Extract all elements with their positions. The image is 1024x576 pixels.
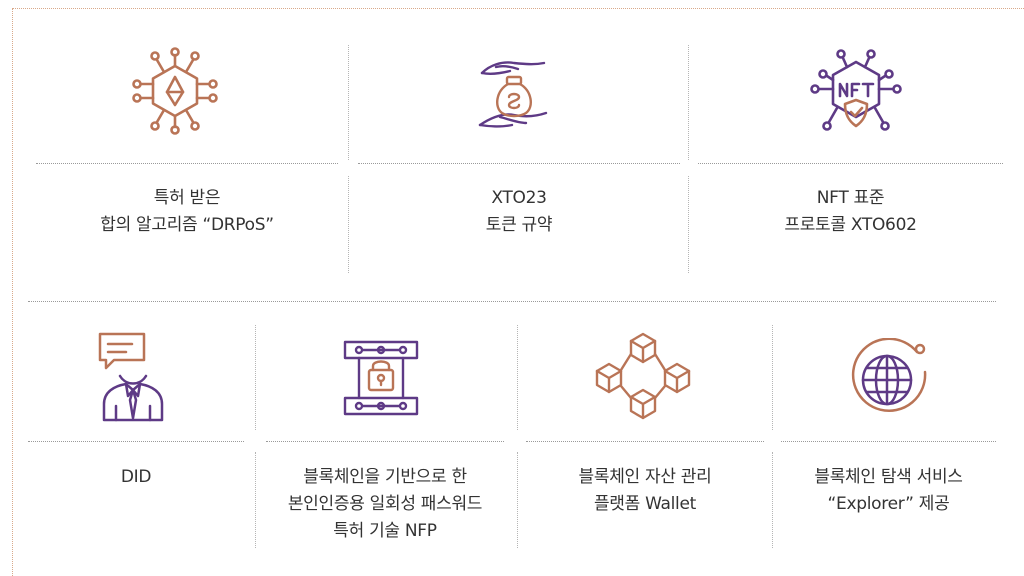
feature-label-line: DID xyxy=(120,467,152,487)
separator xyxy=(698,163,1003,164)
feature-label-line: NFT 표준 xyxy=(816,188,885,208)
feature-label-wallet: 블록체인 자산 관리 플랫폼 Wallet xyxy=(526,464,764,518)
nft-shield-icon xyxy=(807,48,905,140)
feature-label-line: 블록체인 탐색 서비스 xyxy=(814,467,963,487)
separator xyxy=(688,176,689,273)
globe-explorer-icon xyxy=(847,338,931,422)
separator xyxy=(255,325,256,430)
separator xyxy=(348,176,349,273)
feature-label-line: 블록체인 자산 관리 xyxy=(578,467,712,487)
separator xyxy=(358,163,680,164)
separator xyxy=(781,441,996,442)
blockchain-hexagon-icon xyxy=(129,46,221,138)
separator xyxy=(688,45,689,160)
separator xyxy=(36,163,338,164)
feature-label-token: XTO23 토큰 규약 xyxy=(358,185,680,239)
feature-label-consensus: 특허 받은 합의 알고리즘 “DRPoS” xyxy=(36,185,338,239)
separator xyxy=(526,441,764,442)
feature-label-line: “Explorer” 제공 xyxy=(827,494,950,514)
separator xyxy=(266,441,504,442)
feature-label-line: 특허 기술 NFP xyxy=(333,521,437,541)
separator xyxy=(517,325,518,430)
feature-label-line: 합의 알고리즘 “DRPoS” xyxy=(100,215,274,235)
feature-label-line: 특허 받은 xyxy=(153,188,221,208)
feature-label-line: XTO23 xyxy=(491,188,547,208)
frame-left-border xyxy=(12,8,13,576)
money-bag-hands-icon xyxy=(478,55,550,137)
feature-label-line: 토큰 규약 xyxy=(485,215,553,235)
feature-label-line: 블록체인을 기반으로 한 xyxy=(303,467,467,487)
row-divider xyxy=(28,301,996,302)
separator xyxy=(772,452,773,548)
feature-label-did: DID xyxy=(28,464,244,491)
feature-label-line: 본인인증용 일회성 패스워드 xyxy=(287,494,483,514)
separator xyxy=(348,45,349,160)
feature-label-nft: NFT 표준 프로토콜 XTO602 xyxy=(698,185,1003,239)
feature-label-line: 플랫폼 Wallet xyxy=(593,494,697,514)
secure-lock-server-icon xyxy=(341,338,421,418)
identity-person-chat-icon xyxy=(96,330,170,426)
blockchain-cubes-icon xyxy=(595,330,691,422)
feature-label-line: 프로토콜 XTO602 xyxy=(784,215,917,235)
separator xyxy=(28,441,244,442)
frame-top-border xyxy=(12,8,1024,9)
separator xyxy=(772,325,773,430)
separator xyxy=(255,452,256,548)
separator xyxy=(517,452,518,548)
feature-label-nfp: 블록체인을 기반으로 한 본인인증용 일회성 패스워드 특허 기술 NFP xyxy=(262,464,508,545)
feature-label-explorer: 블록체인 탐색 서비스 “Explorer” 제공 xyxy=(781,464,996,518)
